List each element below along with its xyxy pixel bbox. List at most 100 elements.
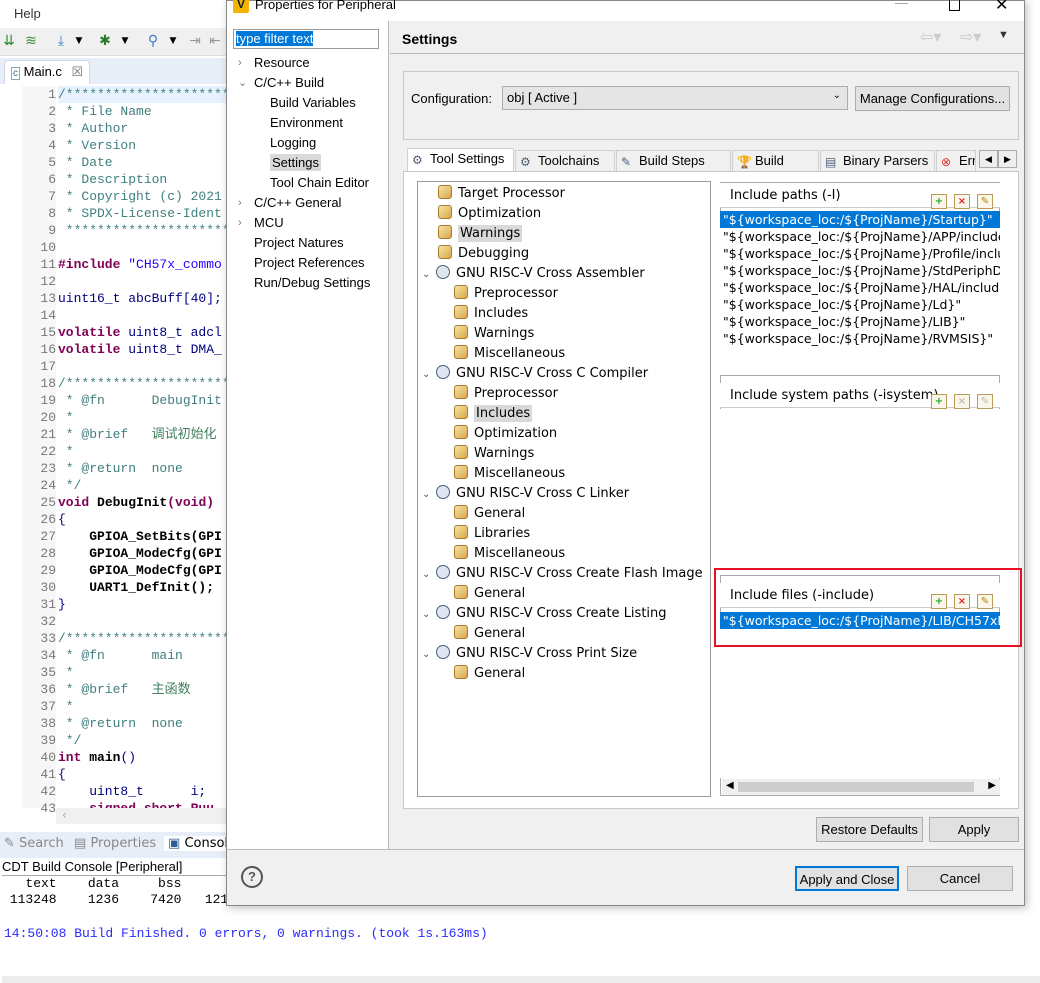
tool-tree-item[interactable]: Optimization — [454, 424, 557, 444]
editor-horizontal-scrollbar[interactable]: ‹ — [56, 808, 226, 824]
nav-item[interactable]: › Resource — [238, 53, 310, 73]
nav-item[interactable]: Settings — [270, 153, 321, 173]
tool-tree-item[interactable]: Warnings — [454, 324, 534, 344]
chevron-right-icon[interactable]: › — [238, 193, 242, 213]
filter-input[interactable]: type filter text — [233, 29, 379, 49]
include-system-paths-list[interactable] — [720, 409, 1000, 576]
chevron-down-icon[interactable]: ⌄ — [422, 645, 436, 665]
apply-and-close-button[interactable]: Apply and Close — [795, 866, 899, 891]
edit-icon[interactable]: ✎ — [977, 194, 993, 209]
chevron-down-icon[interactable]: ⌄ — [422, 605, 436, 625]
list-item[interactable]: "${workspace_loc:/${ProjName}/LIB}" — [720, 313, 1000, 330]
tool-tree-item[interactable]: Libraries — [454, 524, 530, 544]
tool-tree-item[interactable]: General — [454, 584, 525, 604]
chevron-right-icon[interactable]: › — [238, 213, 242, 233]
tool-tree-item[interactable]: Warnings — [454, 444, 534, 464]
tab-tool-settings[interactable]: ⚙ Tool Settings — [407, 148, 514, 173]
tab-err[interactable]: ⊗ Err — [936, 150, 976, 172]
chevron-down-icon[interactable]: ⌄ — [422, 485, 436, 505]
chevron-down-icon[interactable]: ⌄ — [422, 565, 436, 585]
scrollbar-thumb[interactable] — [738, 782, 974, 792]
tool-tree-item[interactable]: ⌄ GNU RISC-V Cross Create Listing — [422, 604, 667, 624]
nav-item[interactable]: › C/C++ General — [238, 193, 341, 213]
chevron-down-icon[interactable]: ⌄ — [422, 265, 436, 285]
tool-tree-item[interactable]: ⌄ GNU RISC-V Cross Assembler — [422, 264, 645, 284]
add-icon[interactable]: + — [931, 194, 947, 209]
list-item[interactable]: "${workspace_loc:/${ProjName}/Ld}" — [720, 296, 1000, 313]
nav-item[interactable]: Run/Debug Settings — [254, 273, 370, 293]
editor-tab-main-c[interactable]: c Main.c ☒ — [4, 60, 91, 84]
build-all-icon[interactable]: ⇊ — [0, 32, 18, 50]
maximize-button[interactable] — [949, 0, 960, 11]
download-icon[interactable]: ⤓ — [52, 32, 70, 50]
configuration-select[interactable]: obj [ Active ] ⌄ — [502, 86, 848, 110]
tab-search[interactable]: ✎ Search — [4, 836, 64, 851]
nav-item[interactable]: Environment — [270, 113, 343, 133]
console-scrollbar[interactable] — [2, 976, 1040, 983]
include-files-scrollbar[interactable]: ◀ ▶ — [722, 779, 1000, 795]
tab-binary-parsers[interactable]: ▤ Binary Parsers — [820, 150, 935, 172]
chevron-down-icon[interactable]: ▼ — [164, 32, 182, 50]
add-icon[interactable]: + — [931, 394, 947, 409]
tool-tree-item[interactable]: General — [454, 624, 525, 644]
tool-tree-item[interactable]: ⌄ GNU RISC-V Cross C Linker — [422, 484, 629, 504]
delete-icon[interactable]: × — [954, 194, 970, 209]
list-item[interactable]: "${workspace_loc:/${ProjName}/APP/includ… — [720, 228, 1000, 245]
back-arrow-icon[interactable]: ⇦▾ — [920, 27, 941, 47]
tool-tree-item[interactable]: Miscellaneous — [454, 464, 565, 484]
restore-defaults-button[interactable]: Restore Defaults — [816, 817, 923, 842]
minimize-button[interactable]: — — [895, 0, 908, 10]
align-icon[interactable]: ⇥ — [186, 32, 204, 50]
tool-tree-item[interactable]: Preprocessor — [454, 384, 558, 404]
chevron-down-icon[interactable]: ▼ — [70, 32, 88, 50]
tool-tree-item[interactable]: Includes — [454, 304, 528, 324]
debug-bug-icon[interactable]: ✱ — [96, 32, 114, 50]
tab-build-artifact[interactable]: 🏆Build Artifact — [732, 150, 819, 172]
list-item[interactable]: "${workspace_loc:/${ProjName}/Profile/in… — [720, 245, 1000, 262]
tab-properties[interactable]: ▤ Properties — [74, 836, 156, 851]
menu-help[interactable]: Help — [14, 6, 41, 21]
tool-tree-item[interactable]: Debugging — [438, 244, 529, 264]
chevron-down-icon[interactable]: ▼ — [116, 32, 134, 50]
tool-tree-item[interactable]: Target Processor — [438, 184, 565, 204]
edit-icon[interactable]: ✎ — [977, 394, 993, 409]
tool-tree-item[interactable]: General — [454, 504, 525, 524]
search-icon[interactable]: ⚲ — [144, 32, 162, 50]
chevron-down-icon[interactable]: ⌄ — [422, 365, 436, 385]
tool-tree-item[interactable]: Preprocessor — [454, 284, 558, 304]
close-icon[interactable]: ☒ — [72, 64, 84, 79]
tab-scroll-right[interactable]: ▶ — [998, 150, 1017, 168]
tool-tree-item[interactable]: Miscellaneous — [454, 544, 565, 564]
view-menu-icon[interactable]: ▼ — [998, 29, 1009, 41]
nav-item[interactable]: Project Natures — [254, 233, 344, 253]
list-item[interactable]: "${workspace_loc:/${ProjName}/RVMSIS}" — [720, 330, 1000, 347]
manage-configurations-button[interactable]: Manage Configurations... — [855, 86, 1010, 111]
close-button[interactable]: ✕ — [995, 0, 1008, 15]
list-item[interactable]: "${workspace_loc:/${ProjName}/StdPeriphD… — [720, 262, 1000, 279]
list-item[interactable]: "${workspace_loc:/${ProjName}/Startup}" — [720, 211, 1000, 228]
nav-item[interactable]: Tool Chain Editor — [270, 173, 369, 193]
delete-icon[interactable]: × — [954, 394, 970, 409]
tab-build-steps[interactable]: ✎ Build Steps — [616, 150, 731, 172]
tool-tree-item[interactable]: ⌄ GNU RISC-V Cross Create Flash Image — [422, 564, 703, 584]
align-icon[interactable]: ⇤ — [206, 32, 224, 50]
nav-item[interactable]: Build Variables — [270, 93, 356, 113]
tool-tree-item[interactable]: ⌄ GNU RISC-V Cross Print Size — [422, 644, 637, 664]
chevron-down-icon[interactable]: ⌄ — [238, 73, 247, 93]
layers-icon[interactable]: ≋ — [22, 32, 40, 50]
nav-item[interactable]: ⌄ C/C++ Build — [238, 73, 324, 93]
tool-tree-item[interactable]: Warnings — [438, 224, 523, 244]
nav-item[interactable]: Project References — [254, 253, 365, 273]
apply-button[interactable]: Apply — [929, 817, 1019, 842]
tool-tree-item[interactable]: ⌄ GNU RISC-V Cross C Compiler — [422, 364, 648, 384]
tool-tree-item[interactable]: Includes — [454, 404, 533, 424]
forward-arrow-icon[interactable]: ⇨▾ — [960, 27, 981, 47]
tab-scroll-left[interactable]: ◀ — [979, 150, 998, 168]
nav-item[interactable]: › MCU — [238, 213, 284, 233]
cancel-button[interactable]: Cancel — [907, 866, 1013, 891]
include-paths-list[interactable]: "${workspace_loc:/${ProjName}/Startup}" "… — [720, 211, 1000, 376]
tab-toolchains[interactable]: ⚙ Toolchains — [515, 150, 615, 172]
help-icon[interactable]: ? — [241, 866, 263, 888]
tool-tree-item[interactable]: General — [454, 664, 525, 684]
tool-tree-item[interactable]: Miscellaneous — [454, 344, 565, 364]
